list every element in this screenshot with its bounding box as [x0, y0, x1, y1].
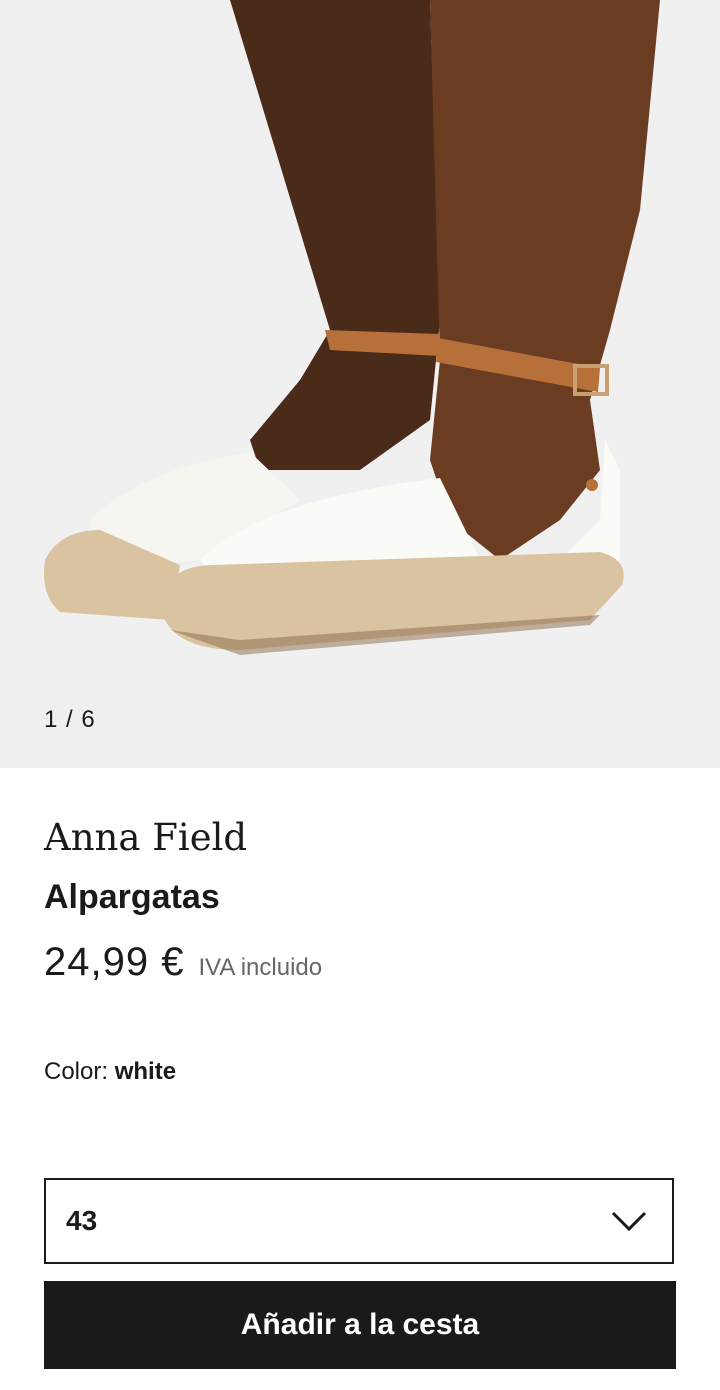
color-label: Color: [44, 1058, 109, 1085]
product-name: Alpargatas [44, 878, 220, 916]
size-value: 43 [66, 1205, 98, 1236]
size-select[interactable]: 43 [44, 1178, 674, 1264]
price-row: 24,99 € IVA incluido [44, 940, 322, 985]
color-info: Color: white [44, 1058, 176, 1086]
product-image-gallery[interactable]: 1 / 6 [0, 0, 720, 768]
color-value: white [114, 1058, 177, 1085]
brand-name[interactable]: Anna Field [44, 816, 247, 859]
tax-note: IVA incluido [198, 954, 323, 981]
add-to-cart-button[interactable]: Añadir a la cesta [44, 1281, 676, 1369]
price: 24,99 € [44, 940, 185, 984]
chevron-down-icon [611, 1211, 647, 1232]
gallery-counter: 1 / 6 [44, 706, 96, 733]
product-photo [0, 0, 720, 768]
